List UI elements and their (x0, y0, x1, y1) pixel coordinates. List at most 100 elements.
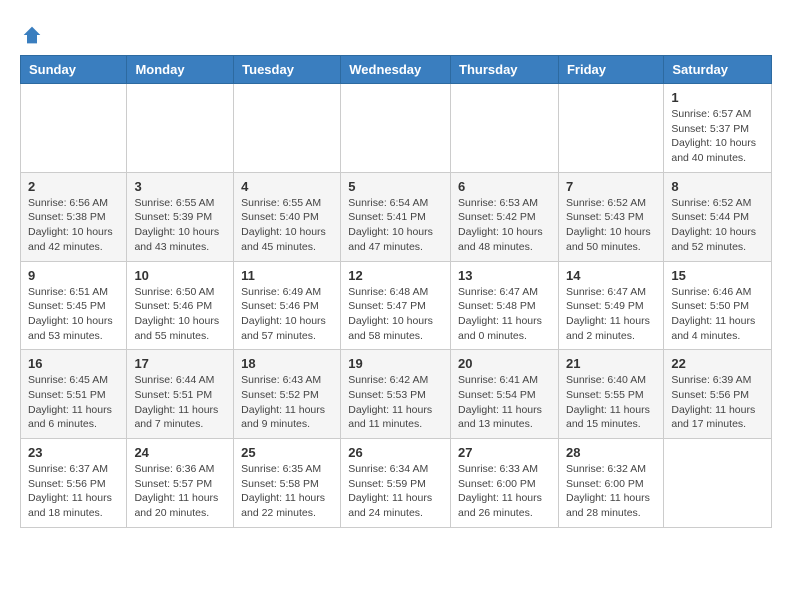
day-info: Sunrise: 6:46 AM Sunset: 5:50 PM Dayligh… (671, 285, 764, 344)
day-cell: 25Sunrise: 6:35 AM Sunset: 5:58 PM Dayli… (234, 439, 341, 528)
day-number: 15 (671, 268, 764, 283)
day-cell: 3 Sunrise: 6:55 AM Sunset: 5:39 PM Daylig… (127, 172, 234, 261)
day-cell: 14 Sunrise: 6:47 AM Sunset: 5:49 PM Dayli… (558, 261, 663, 350)
day-info: Sunrise: 6:55 AM Sunset: 5:39 PM Dayligh… (134, 196, 226, 255)
day-number: 10 (134, 268, 226, 283)
day-number: 4 (241, 179, 333, 194)
day-info: Sunrise: 6:53 AM Sunset: 5:42 PM Dayligh… (458, 196, 551, 255)
day-number: 7 (566, 179, 656, 194)
day-cell: 26 Sunrise: 6:34 AM Sunset: 5:59 PM Dayli… (341, 439, 451, 528)
weekday-friday: Friday (558, 56, 663, 84)
day-cell (234, 84, 341, 173)
day-cell: 10 Sunrise: 6:50 AM Sunset: 5:46 PM Dayli… (127, 261, 234, 350)
day-info: Sunrise: 6:40 AM Sunset: 5:55 PM Dayligh… (566, 373, 656, 432)
day-info: Sunrise: 6:52 AM Sunset: 5:43 PM Dayligh… (566, 196, 656, 255)
day-number: 17 (134, 356, 226, 371)
day-number: 12 (348, 268, 443, 283)
day-cell: 5 Sunrise: 6:54 AM Sunset: 5:41 PM Daylig… (341, 172, 451, 261)
day-cell: 23Sunrise: 6:37 AM Sunset: 5:56 PM Dayli… (21, 439, 127, 528)
day-cell: 21 Sunrise: 6:40 AM Sunset: 5:55 PM Dayli… (558, 350, 663, 439)
day-info: Sunrise: 6:55 AM Sunset: 5:40 PM Dayligh… (241, 196, 333, 255)
day-number: 28 (566, 445, 656, 460)
logo-icon (22, 25, 42, 45)
day-number: 20 (458, 356, 551, 371)
day-cell: 17 Sunrise: 6:44 AM Sunset: 5:51 PM Dayli… (127, 350, 234, 439)
day-number: 8 (671, 179, 764, 194)
day-info: Sunrise: 6:41 AM Sunset: 5:54 PM Dayligh… (458, 373, 551, 432)
day-number: 11 (241, 268, 333, 283)
day-cell: 16 Sunrise: 6:45 AM Sunset: 5:51 PM Dayli… (21, 350, 127, 439)
day-info: Sunrise: 6:34 AM Sunset: 5:59 PM Dayligh… (348, 462, 443, 521)
day-cell: 6 Sunrise: 6:53 AM Sunset: 5:42 PM Daylig… (451, 172, 559, 261)
day-cell: 7 Sunrise: 6:52 AM Sunset: 5:43 PM Daylig… (558, 172, 663, 261)
weekday-monday: Monday (127, 56, 234, 84)
calendar-header: SundayMondayTuesdayWednesdayThursdayFrid… (21, 56, 772, 84)
week-row-1: 2 Sunrise: 6:56 AM Sunset: 5:38 PM Daylig… (21, 172, 772, 261)
day-info: Sunrise: 6:54 AM Sunset: 5:41 PM Dayligh… (348, 196, 443, 255)
day-cell: 15 Sunrise: 6:46 AM Sunset: 5:50 PM Dayli… (664, 261, 772, 350)
day-cell: 28 Sunrise: 6:32 AM Sunset: 6:00 PM Dayli… (558, 439, 663, 528)
day-number: 14 (566, 268, 656, 283)
day-cell (21, 84, 127, 173)
day-info: Sunrise: 6:50 AM Sunset: 5:46 PM Dayligh… (134, 285, 226, 344)
day-number: 3 (134, 179, 226, 194)
day-info: Sunrise: 6:45 AM Sunset: 5:51 PM Dayligh… (28, 373, 119, 432)
day-cell: 8 Sunrise: 6:52 AM Sunset: 5:44 PM Daylig… (664, 172, 772, 261)
day-info: Sunrise: 6:39 AM Sunset: 5:56 PM Dayligh… (671, 373, 764, 432)
day-info: Sunrise: 6:49 AM Sunset: 5:46 PM Dayligh… (241, 285, 333, 344)
day-info: Sunrise: 6:47 AM Sunset: 5:49 PM Dayligh… (566, 285, 656, 344)
day-number: 5 (348, 179, 443, 194)
day-info: Sunrise: 6:57 AM Sunset: 5:37 PM Dayligh… (671, 107, 764, 166)
day-number: 26 (348, 445, 443, 460)
weekday-tuesday: Tuesday (234, 56, 341, 84)
weekday-sunday: Sunday (21, 56, 127, 84)
weekday-wednesday: Wednesday (341, 56, 451, 84)
day-number: 2 (28, 179, 119, 194)
calendar-table: SundayMondayTuesdayWednesdayThursdayFrid… (20, 55, 772, 528)
day-info: Sunrise: 6:32 AM Sunset: 6:00 PM Dayligh… (566, 462, 656, 521)
day-number: 9 (28, 268, 119, 283)
day-number: 27 (458, 445, 551, 460)
day-number: 19 (348, 356, 443, 371)
day-cell: 19 Sunrise: 6:42 AM Sunset: 5:53 PM Dayli… (341, 350, 451, 439)
week-row-3: 16 Sunrise: 6:45 AM Sunset: 5:51 PM Dayli… (21, 350, 772, 439)
day-info: Sunrise: 6:43 AM Sunset: 5:52 PM Dayligh… (241, 373, 333, 432)
day-info: Sunrise: 6:52 AM Sunset: 5:44 PM Dayligh… (671, 196, 764, 255)
logo (20, 25, 42, 45)
day-info: Sunrise: 6:35 AM Sunset: 5:58 PM Dayligh… (241, 462, 333, 521)
day-number: 21 (566, 356, 656, 371)
header (20, 20, 772, 45)
day-cell: 4 Sunrise: 6:55 AM Sunset: 5:40 PM Daylig… (234, 172, 341, 261)
day-number: 24 (134, 445, 226, 460)
weekday-thursday: Thursday (451, 56, 559, 84)
day-cell (451, 84, 559, 173)
day-cell: 18Sunrise: 6:43 AM Sunset: 5:52 PM Dayli… (234, 350, 341, 439)
day-cell: 12 Sunrise: 6:48 AM Sunset: 5:47 PM Dayli… (341, 261, 451, 350)
week-row-4: 23Sunrise: 6:37 AM Sunset: 5:56 PM Dayli… (21, 439, 772, 528)
day-number: 13 (458, 268, 551, 283)
day-cell: 9 Sunrise: 6:51 AM Sunset: 5:45 PM Daylig… (21, 261, 127, 350)
day-cell (127, 84, 234, 173)
day-number: 23 (28, 445, 119, 460)
day-number: 6 (458, 179, 551, 194)
day-cell: 2 Sunrise: 6:56 AM Sunset: 5:38 PM Daylig… (21, 172, 127, 261)
week-row-2: 9 Sunrise: 6:51 AM Sunset: 5:45 PM Daylig… (21, 261, 772, 350)
day-cell: 22Sunrise: 6:39 AM Sunset: 5:56 PM Dayli… (664, 350, 772, 439)
day-cell (558, 84, 663, 173)
day-info: Sunrise: 6:42 AM Sunset: 5:53 PM Dayligh… (348, 373, 443, 432)
day-info: Sunrise: 6:48 AM Sunset: 5:47 PM Dayligh… (348, 285, 443, 344)
day-info: Sunrise: 6:44 AM Sunset: 5:51 PM Dayligh… (134, 373, 226, 432)
day-info: Sunrise: 6:36 AM Sunset: 5:57 PM Dayligh… (134, 462, 226, 521)
day-cell (341, 84, 451, 173)
day-cell: 11 Sunrise: 6:49 AM Sunset: 5:46 PM Dayli… (234, 261, 341, 350)
day-info: Sunrise: 6:47 AM Sunset: 5:48 PM Dayligh… (458, 285, 551, 344)
day-info: Sunrise: 6:56 AM Sunset: 5:38 PM Dayligh… (28, 196, 119, 255)
day-number: 1 (671, 90, 764, 105)
week-row-0: 1 Sunrise: 6:57 AM Sunset: 5:37 PM Daylig… (21, 84, 772, 173)
day-info: Sunrise: 6:33 AM Sunset: 6:00 PM Dayligh… (458, 462, 551, 521)
day-info: Sunrise: 6:51 AM Sunset: 5:45 PM Dayligh… (28, 285, 119, 344)
weekday-saturday: Saturday (664, 56, 772, 84)
day-cell: 1 Sunrise: 6:57 AM Sunset: 5:37 PM Daylig… (664, 84, 772, 173)
day-number: 16 (28, 356, 119, 371)
weekday-header-row: SundayMondayTuesdayWednesdayThursdayFrid… (21, 56, 772, 84)
